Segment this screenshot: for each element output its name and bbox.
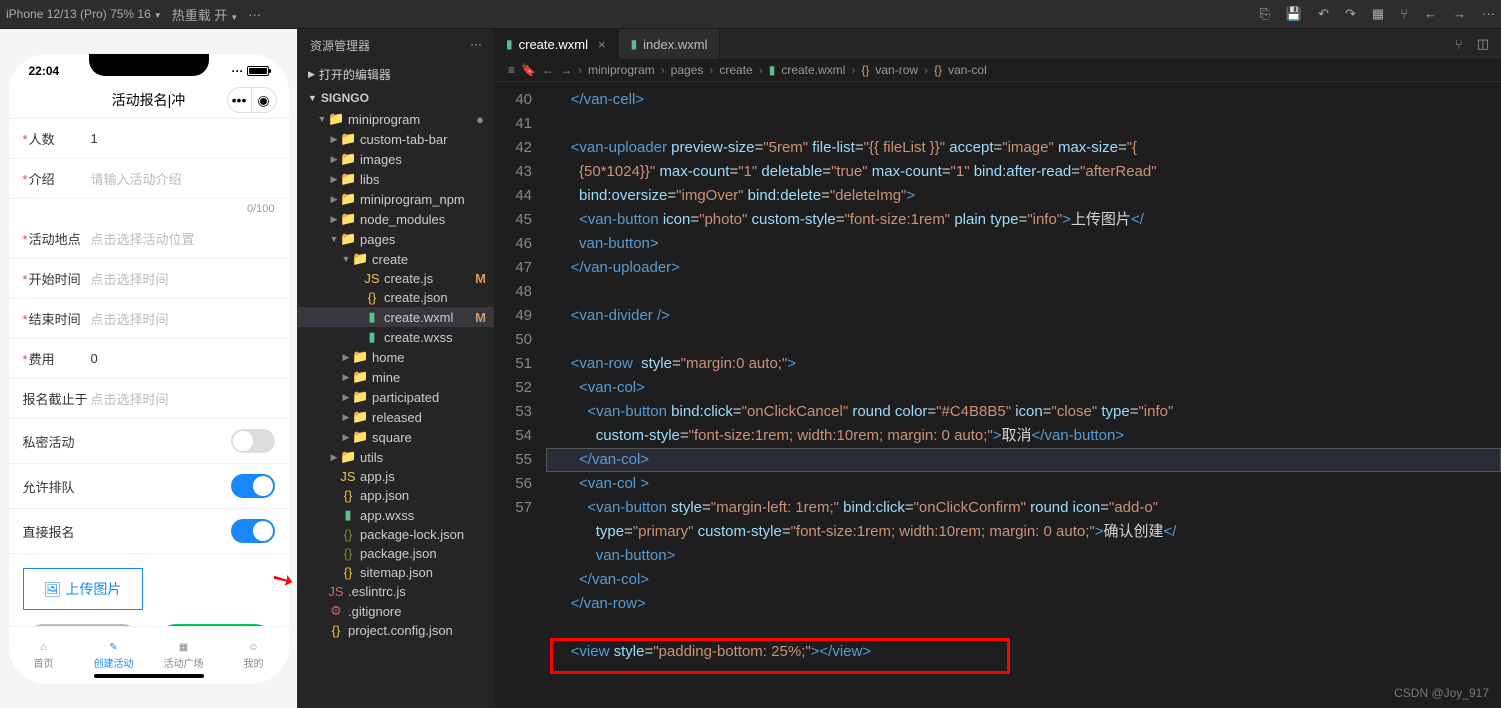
explorer-panel: 资源管理器··· ▶打开的编辑器 ▼SIGNGO ▼📁miniprogram●▶…	[298, 29, 494, 708]
char-counter: 0/100	[9, 199, 289, 219]
back-icon[interactable]: ←	[1424, 6, 1437, 22]
editor-panel: ▮create.wxml× ▮index.wxml ⑂ ◫ ≡🔖←→› minip…	[494, 29, 1501, 708]
code-editor[interactable]: 404142434445464748495051525354555657 </v…	[494, 82, 1501, 708]
undo-icon[interactable]: ↶	[1318, 6, 1329, 22]
tree-node-custom-tab-bar[interactable]: ▶📁custom-tab-bar	[298, 129, 494, 149]
tree-node-participated[interactable]: ▶📁participated	[298, 387, 494, 407]
top-toolbar: iPhone 12/13 (Pro) 75% 16▼ 热重载 开▼ ··· ⎘ …	[0, 0, 1501, 29]
opened-editors-section[interactable]: ▶打开的编辑器	[298, 62, 494, 87]
tree-node-pages[interactable]: ▼📁pages	[298, 229, 494, 249]
split-icon[interactable]: ◫	[1477, 36, 1489, 52]
tree-node-create.wxss[interactable]: ▮create.wxss	[298, 327, 494, 347]
field-queue[interactable]: 允许排队	[9, 464, 289, 509]
branch-icon[interactable]: ⑂	[1455, 37, 1463, 52]
hot-reload-toggle[interactable]: 热重载 开▼	[172, 5, 239, 24]
switch-on[interactable]	[231, 474, 275, 498]
tree-node-package-lock.json[interactable]: {}package-lock.json	[298, 525, 494, 544]
branch-icon[interactable]: ⑂	[1400, 6, 1408, 22]
simulator-panel: 22:04 ··· 活动报名|冲 •••◉ *人数1 *介绍请输入活动介绍 0/…	[0, 29, 298, 708]
tree-node-app.json[interactable]: {}app.json	[298, 486, 494, 505]
editor-tabs: ▮create.wxml× ▮index.wxml ⑂ ◫	[494, 29, 1501, 59]
tree-node-sitemap.json[interactable]: {}sitemap.json	[298, 563, 494, 582]
explorer-header: 资源管理器···	[298, 29, 494, 62]
forward-icon[interactable]: →	[1453, 6, 1466, 22]
save-icon[interactable]: 💾	[1286, 6, 1302, 22]
tree-node-create.json[interactable]: {}create.json	[298, 288, 494, 307]
tree-node-images[interactable]: ▶📁images	[298, 149, 494, 169]
tab-home[interactable]: ⌂首页	[9, 627, 79, 684]
tree-node-home[interactable]: ▶📁home	[298, 347, 494, 367]
home-indicator	[94, 674, 204, 678]
field-private[interactable]: 私密活动	[9, 419, 289, 464]
field-location[interactable]: *活动地点点击选择活动位置	[9, 219, 289, 259]
notch	[89, 54, 209, 76]
tree-node-mine[interactable]: ▶📁mine	[298, 367, 494, 387]
tree-node-released[interactable]: ▶📁released	[298, 407, 494, 427]
watermark: CSDN @Joy_917	[1394, 686, 1489, 700]
tree-node-create.wxml[interactable]: ▮create.wxmlM	[298, 307, 494, 327]
field-deadline[interactable]: 报名截止于点击选择时间	[9, 379, 289, 419]
copy-icon[interactable]: ⎘	[1259, 6, 1269, 22]
field-count[interactable]: *人数1	[9, 119, 289, 159]
tree-node-app.js[interactable]: JSapp.js	[298, 467, 494, 486]
field-start[interactable]: *开始时间点击选择时间	[9, 259, 289, 299]
tree-node-app.wxss[interactable]: ▮app.wxss	[298, 505, 494, 525]
clock: 22:04	[29, 64, 60, 78]
tree-node-create[interactable]: ▼📁create	[298, 249, 494, 269]
switch-on[interactable]	[231, 519, 275, 543]
grid-icon[interactable]: ▦	[1372, 6, 1384, 22]
battery-icon: ···	[232, 64, 269, 78]
tree-node-.gitignore[interactable]: ⚙.gitignore	[298, 601, 494, 621]
tree-node-node_modules[interactable]: ▶📁node_modules	[298, 209, 494, 229]
device-selector[interactable]: iPhone 12/13 (Pro) 75% 16▼	[6, 7, 162, 21]
more-icon[interactable]: ···	[470, 37, 482, 54]
tree-node-create.js[interactable]: JScreate.jsM	[298, 269, 494, 288]
phone-frame: 22:04 ··· 活动报名|冲 •••◉ *人数1 *介绍请输入活动介绍 0/…	[9, 54, 289, 684]
upload-button[interactable]: 🖼 上传图片	[23, 568, 143, 610]
tree-node-square[interactable]: ▶📁square	[298, 427, 494, 447]
tab-mine[interactable]: ☺我的	[219, 627, 289, 684]
field-fee[interactable]: *费用0	[9, 339, 289, 379]
field-direct[interactable]: 直接报名	[9, 509, 289, 554]
file-tree: ▼📁miniprogram●▶📁custom-tab-bar▶📁images▶📁…	[298, 109, 494, 708]
tree-node-package.json[interactable]: {}package.json	[298, 544, 494, 563]
capsule-button[interactable]: •••◉	[227, 87, 277, 113]
more-icon[interactable]: ···	[1482, 6, 1495, 22]
field-intro[interactable]: *介绍请输入活动介绍	[9, 159, 289, 199]
tree-node-utils[interactable]: ▶📁utils	[298, 447, 494, 467]
tree-node-libs[interactable]: ▶📁libs	[298, 169, 494, 189]
more-icon[interactable]: ···	[248, 7, 261, 22]
tree-node-.eslintrc.js[interactable]: JS.eslintrc.js	[298, 582, 494, 601]
close-icon[interactable]: ×	[598, 37, 606, 52]
tab-index-wxml[interactable]: ▮index.wxml	[619, 29, 721, 59]
field-end[interactable]: *结束时间点击选择时间	[9, 299, 289, 339]
tree-node-miniprogram_npm[interactable]: ▶📁miniprogram_npm	[298, 189, 494, 209]
tree-node-miniprogram[interactable]: ▼📁miniprogram●	[298, 109, 494, 129]
breadcrumbs[interactable]: ≡🔖←→› miniprogram› pages› create› ▮creat…	[494, 59, 1501, 82]
tab-create-wxml[interactable]: ▮create.wxml×	[494, 29, 619, 59]
page-header: 活动报名|冲 •••◉	[9, 82, 289, 118]
redo-icon[interactable]: ↷	[1345, 6, 1356, 22]
project-section[interactable]: ▼SIGNGO	[298, 87, 494, 109]
page-title: 活动报名|冲	[112, 90, 186, 110]
tree-node-project.config.json[interactable]: {}project.config.json	[298, 621, 494, 640]
switch-off[interactable]	[231, 429, 275, 453]
